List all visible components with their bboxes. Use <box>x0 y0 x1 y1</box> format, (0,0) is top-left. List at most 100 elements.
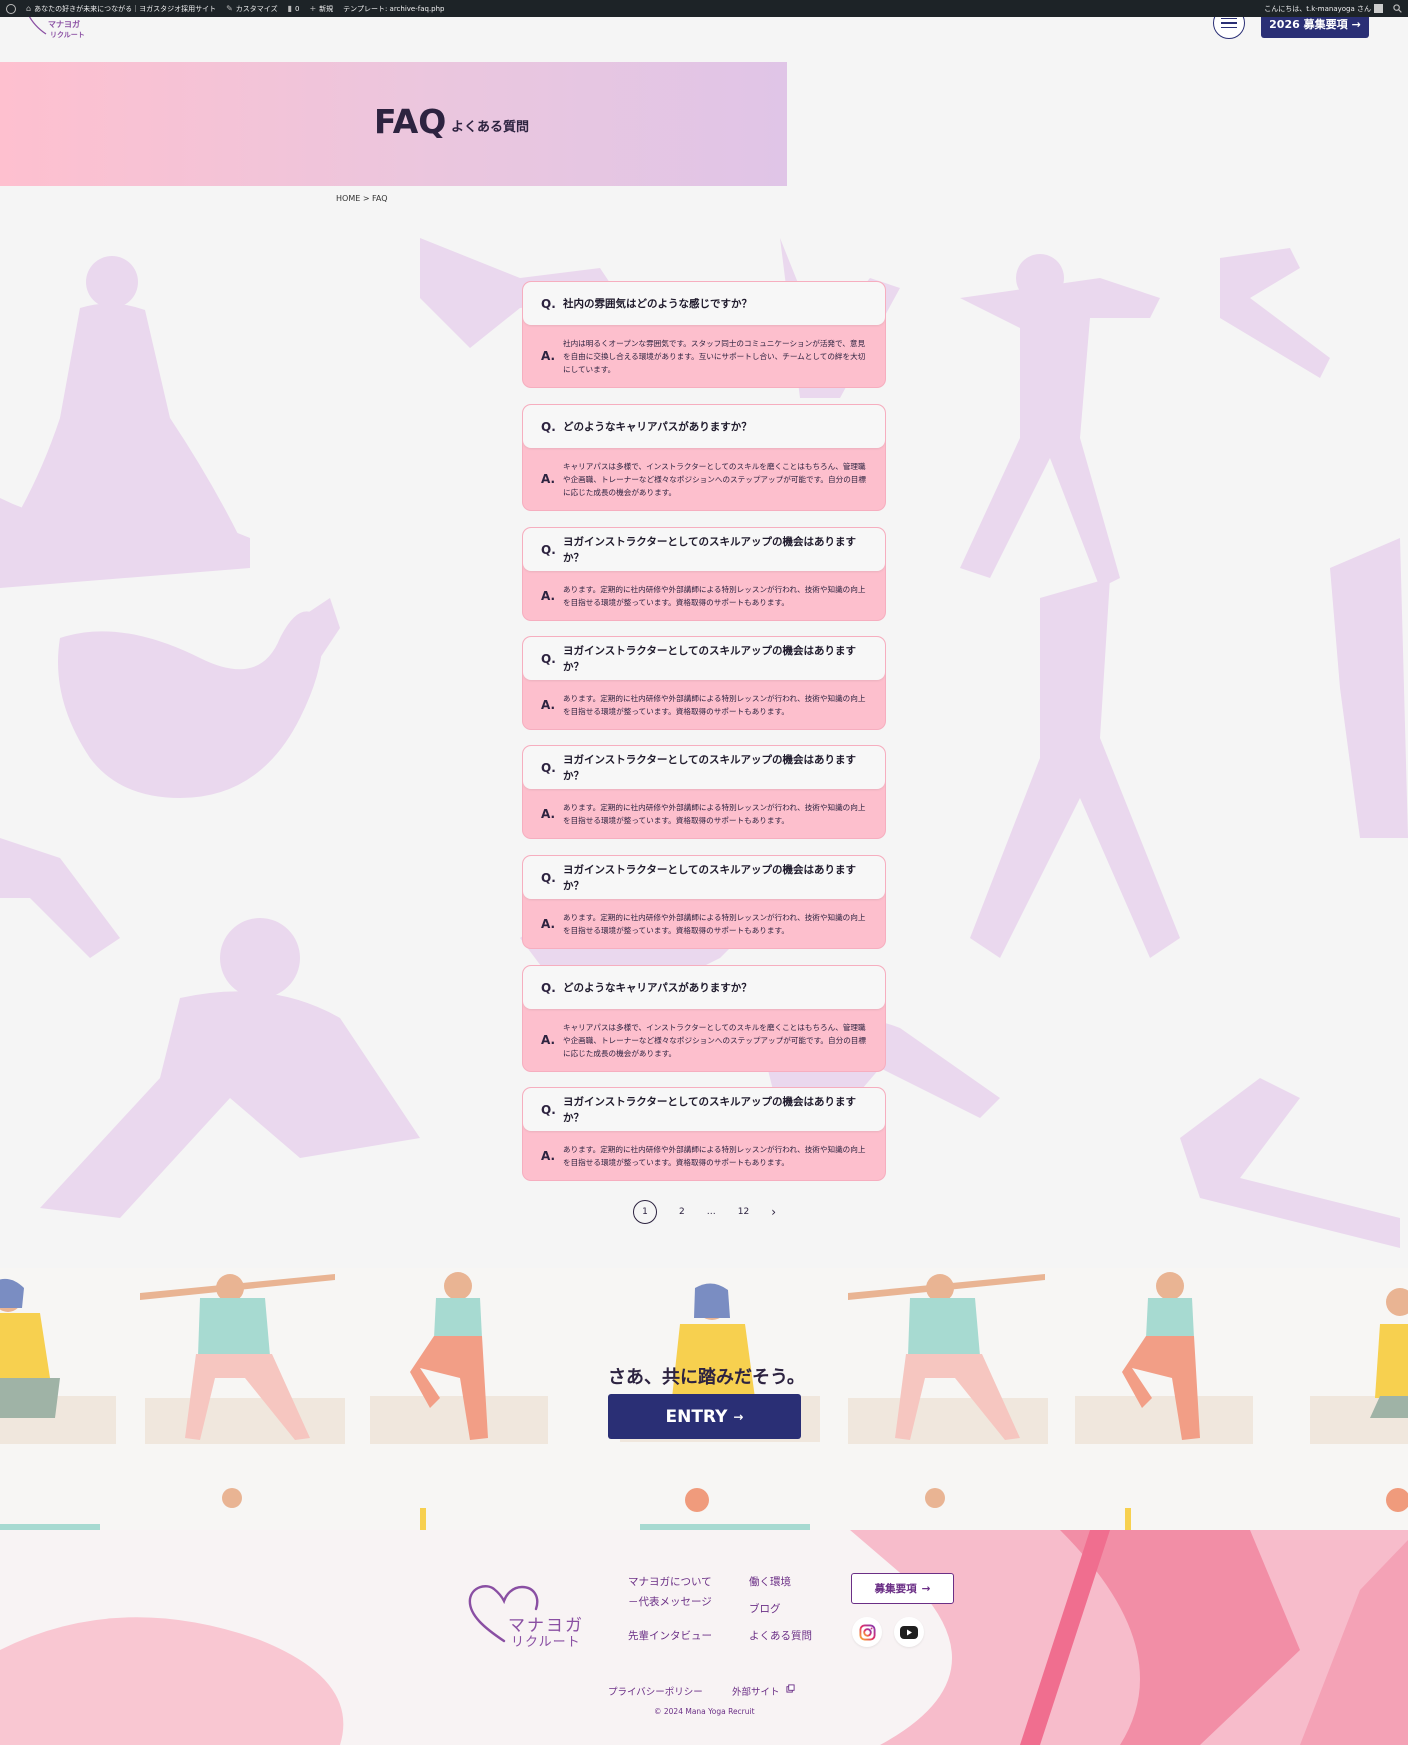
faq-item[interactable]: Q. どのようなキャリアパスがありますか？ A. キャリアパスは多様で、インスト… <box>523 966 885 1071</box>
footer-logo[interactable]: マナヨガ リクルート <box>466 1583 586 1651</box>
plus-icon: + <box>309 4 317 13</box>
admin-search-icon[interactable] <box>1393 4 1402 13</box>
faq-answer-text: あります。定期的に社内研修や外部講師による特別レッスンが行われ、技術や知識の向上… <box>563 802 866 825</box>
faq-answer-text: あります。定期的に社内研修や外部講師による特別レッスンが行われ、技術や知識の向上… <box>563 584 866 607</box>
entry-button[interactable]: ENTRY → <box>608 1394 801 1439</box>
chevron-right-icon[interactable]: › <box>771 1205 776 1219</box>
footer-recruit-label: 募集要項 <box>874 1583 917 1595</box>
external-link-icon <box>785 1684 795 1693</box>
admin-new-label: 新規 <box>319 4 334 13</box>
admin-new[interactable]: + 新規 <box>309 4 333 14</box>
faq-question-text: どのようなキャリアパスがありますか？ <box>563 420 752 433</box>
footer-link-environment[interactable]: 働く環境 <box>749 1574 791 1589</box>
faq-answer: A. あります。定期的に社内研修や外部講師による特別レッスンが行われ、技術や知識… <box>523 789 885 838</box>
page-current[interactable]: 1 <box>633 1200 657 1224</box>
faq-item[interactable]: Q. ヨガインストラクターとしてのスキルアップの機会はありますか？ A. ありま… <box>523 637 885 729</box>
faq-item[interactable]: Q. ヨガインストラクターとしてのスキルアップの機会はありますか？ A. ありま… <box>523 1088 885 1180</box>
admin-greeting: こんにちは、t.k-manayoga さん <box>1264 4 1371 13</box>
faq-question-text: どのようなキャリアパスがありますか？ <box>563 981 752 994</box>
admin-customize-label: カスタマイズ <box>235 4 278 13</box>
footer-link-message[interactable]: －代表メッセージ <box>628 1594 712 1609</box>
a-mark: A. <box>541 1033 556 1047</box>
arrow-right-icon: → <box>733 1409 744 1424</box>
a-mark: A. <box>541 588 556 603</box>
footer-link-privacy[interactable]: プライバシーポリシー <box>608 1684 703 1698</box>
faq-answer: A. キャリアパスは多様で、インストラクターとしてのスキルを磨くことはもちろん、… <box>523 1009 885 1071</box>
faq-question-text: ヨガインストラクターとしてのスキルアップの機会はありますか？ <box>563 753 857 782</box>
arrow-right-icon: → <box>1351 17 1361 31</box>
faq-question-text: ヨガインストラクターとしてのスキルアップの機会はありますか？ <box>563 1095 857 1124</box>
admin-customize[interactable]: ✎ カスタマイズ <box>226 4 278 14</box>
faq-question[interactable]: Q. どのようなキャリアパスがありますか？ <box>523 966 885 1009</box>
logo-text-sub: リクルート <box>50 31 85 39</box>
page-link-2[interactable]: 2 <box>679 1207 685 1217</box>
footer-link-interview[interactable]: 先輩インタビュー <box>628 1628 712 1643</box>
faq-question[interactable]: Q. ヨガインストラクターとしてのスキルアップの機会はありますか？ <box>523 746 885 789</box>
admin-comments[interactable]: ▮ 0 <box>288 4 300 13</box>
dashboard-icon: ⌂ <box>26 4 32 13</box>
faq-question-text: ヨガインストラクターとしてのスキルアップの機会はありますか？ <box>563 644 857 673</box>
faq-question[interactable]: Q. ヨガインストラクターとしてのスキルアップの機会はありますか？ <box>523 637 885 680</box>
faq-answer-text: あります。定期的に社内研修や外部講師による特別レッスンが行われ、技術や知識の向上… <box>563 912 866 935</box>
faq-question[interactable]: Q. どのようなキャリアパスがありますか？ <box>523 405 885 448</box>
pagination: 1 2 … 12 › <box>633 1200 776 1224</box>
faq-answer-text: キャリアパスは多様で、インストラクターとしてのスキルを磨くことはもちろん、管理職… <box>563 461 866 497</box>
faq-item[interactable]: Q. ヨガインストラクターとしてのスキルアップの機会はありますか？ A. ありま… <box>523 528 885 620</box>
footer-link-external-label: 外部サイト <box>732 1687 780 1698</box>
footer-link-external[interactable]: 外部サイト <box>732 1684 795 1698</box>
q-mark: Q. <box>541 651 556 666</box>
instagram-icon[interactable] <box>852 1617 882 1647</box>
faq-item[interactable]: Q. 社内の雰囲気はどのような感じですか？ A. 社内は明るくオープンな雰囲気で… <box>523 282 885 387</box>
page-ellipsis: … <box>706 1207 716 1217</box>
faq-item[interactable]: Q. どのようなキャリアパスがありますか？ A. キャリアパスは多様で、インスト… <box>523 405 885 510</box>
q-mark: Q. <box>541 760 556 775</box>
footer-recruit-button[interactable]: 募集要項 → <box>851 1573 954 1604</box>
faq-answer-text: あります。定期的に社内研修や外部講師による特別レッスンが行われ、技術や知識の向上… <box>563 693 866 716</box>
footer-link-blog[interactable]: ブログ <box>749 1601 781 1616</box>
menu-line-icon <box>1221 26 1237 29</box>
entry-catchphrase: さあ、共に踏みだそう。 <box>608 1367 805 1388</box>
admin-comments-count: 0 <box>294 4 300 13</box>
faq-question-text: ヨガインストラクターとしてのスキルアップの機会はありますか？ <box>563 535 857 564</box>
page-title: FAQ <box>374 102 447 141</box>
faq-answer-text: あります。定期的に社内研修や外部講師による特別レッスンが行われ、技術や知識の向上… <box>563 1144 866 1167</box>
page-link-last[interactable]: 12 <box>738 1207 749 1217</box>
a-mark: A. <box>541 806 556 821</box>
faq-question-text: ヨガインストラクターとしてのスキルアップの機会はありますか？ <box>563 863 857 892</box>
a-mark: A. <box>541 697 556 712</box>
page-subtitle: よくある質問 <box>451 120 530 135</box>
youtube-icon[interactable] <box>894 1617 924 1647</box>
logo-text-main: マナヨガ <box>48 20 80 29</box>
a-mark: A. <box>541 349 556 363</box>
brush-icon: ✎ <box>226 4 233 13</box>
avatar <box>1374 4 1383 13</box>
q-mark: Q. <box>541 1102 556 1117</box>
faq-answer: A. あります。定期的に社内研修や外部講師による特別レッスンが行われ、技術や知識… <box>523 571 885 620</box>
wordpress-logo-icon[interactable] <box>6 3 16 14</box>
entry-button-label: ENTRY <box>665 1406 728 1427</box>
admin-template[interactable]: テンプレート: archive-faq.php <box>343 4 444 14</box>
admin-account[interactable]: こんにちは、t.k-manayoga さん <box>1264 4 1383 14</box>
faq-item[interactable]: Q. ヨガインストラクターとしてのスキルアップの機会はありますか？ A. ありま… <box>523 856 885 948</box>
faq-answer: A. あります。定期的に社内研修や外部講師による特別レッスンが行われ、技術や知識… <box>523 680 885 729</box>
admin-site-name[interactable]: ⌂ あなたの好きが未来につながる｜ヨガスタジオ採用サイト <box>26 4 216 14</box>
breadcrumb[interactable]: HOME > FAQ <box>336 194 388 203</box>
q-mark: Q. <box>541 870 556 885</box>
menu-line-icon <box>1221 22 1237 24</box>
admin-bar: ⌂ あなたの好きが未来につながる｜ヨガスタジオ採用サイト ✎ カスタマイズ ▮ … <box>0 0 1408 17</box>
q-mark: Q. <box>541 419 556 434</box>
faq-question[interactable]: Q. ヨガインストラクターとしてのスキルアップの機会はありますか？ <box>523 856 885 899</box>
menu-line-icon <box>1221 17 1237 20</box>
footer-link-about[interactable]: マナヨガについて <box>628 1574 712 1589</box>
footer-link-faq[interactable]: よくある質問 <box>749 1628 812 1643</box>
a-mark: A. <box>541 916 556 931</box>
a-mark: A. <box>541 1148 556 1163</box>
faq-answer: A. キャリアパスは多様で、インストラクターとしてのスキルを磨くことはもちろん、… <box>523 448 885 510</box>
faq-question[interactable]: Q. ヨガインストラクターとしてのスキルアップの機会はありますか？ <box>523 528 885 571</box>
faq-answer-text: 社内は明るくオープンな雰囲気です。スタッフ同士のコミュニケーションが活発で、意見… <box>563 338 866 374</box>
faq-item[interactable]: Q. ヨガインストラクターとしてのスキルアップの機会はありますか？ A. ありま… <box>523 746 885 838</box>
faq-question[interactable]: Q. ヨガインストラクターとしてのスキルアップの機会はありますか？ <box>523 1088 885 1131</box>
q-mark: Q. <box>541 542 556 557</box>
copyright: © 2024 Mana Yoga Recruit <box>654 1707 755 1716</box>
faq-question[interactable]: Q. 社内の雰囲気はどのような感じですか？ <box>523 282 885 325</box>
